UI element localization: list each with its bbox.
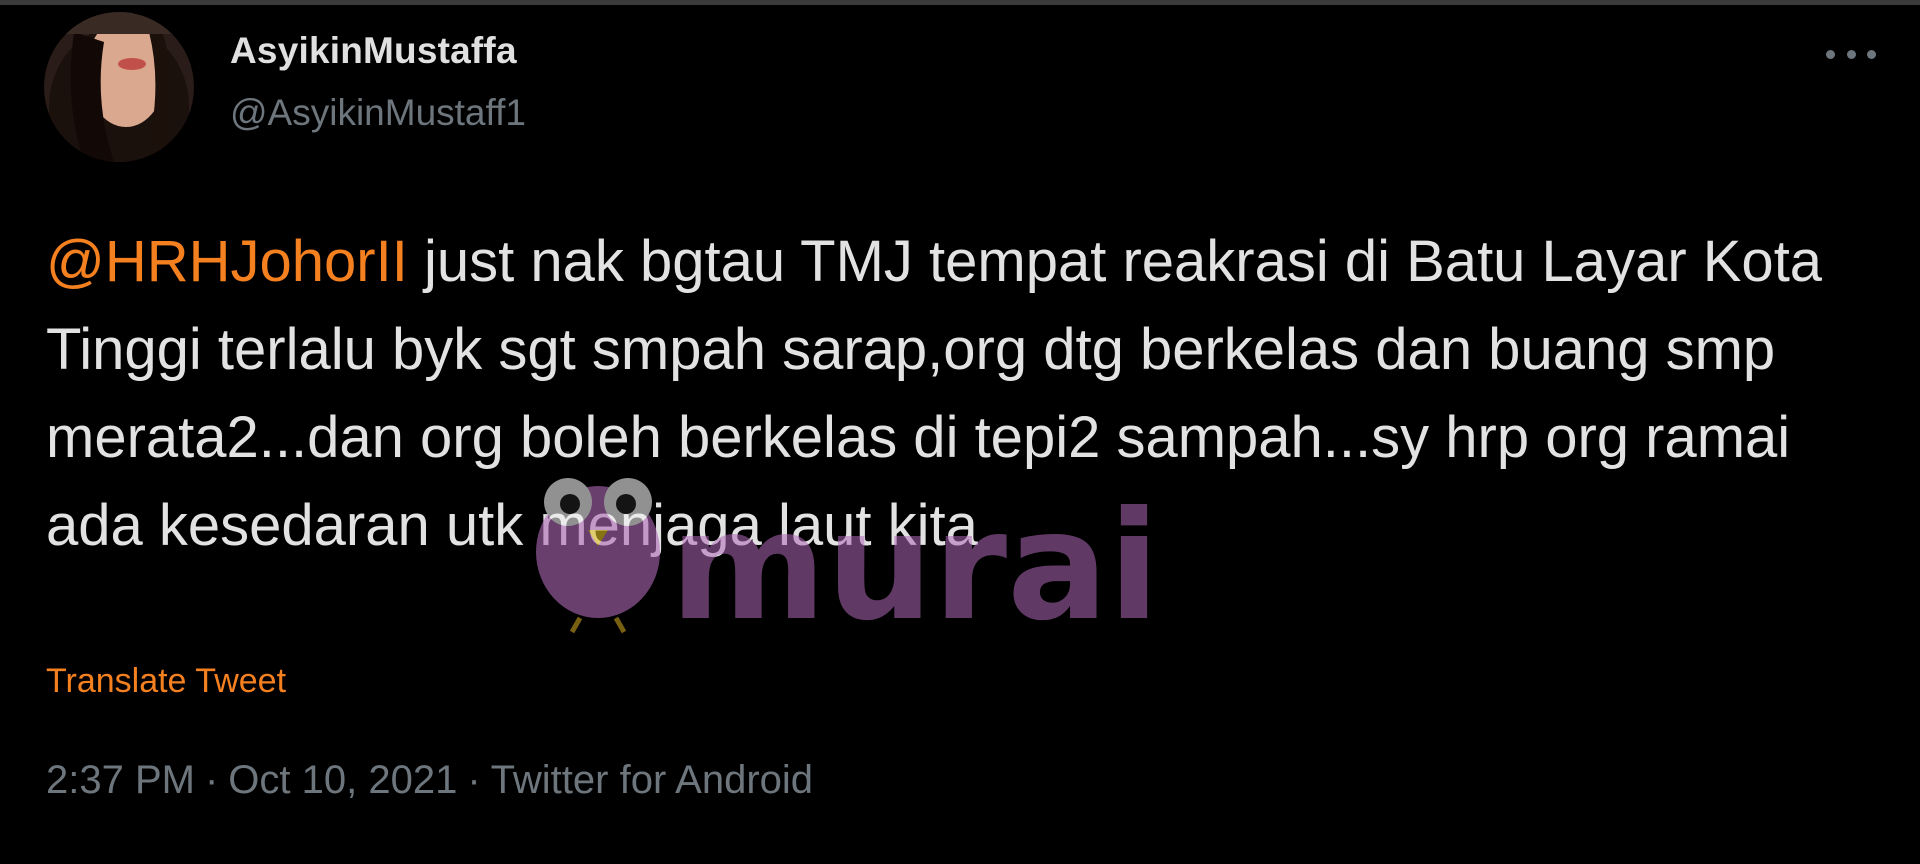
tweet-meta: 2:37 PM · Oct 10, 2021 · Twitter for Android	[46, 758, 813, 803]
tweet-card: AsyikinMustaffa @AsyikinMustaff1 @HRHJoh…	[0, 0, 1920, 864]
meta-separator: ·	[467, 758, 481, 802]
more-dots-icon	[1867, 49, 1876, 59]
author-handle[interactable]: @AsyikinMustaff1	[230, 92, 526, 134]
more-dots-icon	[1826, 49, 1835, 59]
more-options-button[interactable]	[1826, 42, 1876, 66]
mention-link[interactable]: @HRHJohorII	[46, 229, 408, 294]
meta-separator: ·	[204, 758, 219, 802]
avatar[interactable]	[44, 12, 194, 162]
more-dots-icon	[1846, 49, 1856, 59]
tweet-text: @HRHJohorII just nak bgtau TMJ tempat re…	[46, 218, 1896, 570]
profile-photo-icon	[44, 12, 194, 162]
tweet-source: Twitter for Android	[490, 758, 814, 802]
tweet-date[interactable]: Oct 10, 2021	[228, 758, 457, 802]
tweet-time[interactable]: 2:37 PM	[46, 758, 195, 802]
translate-tweet-link[interactable]: Translate Tweet	[46, 662, 286, 701]
author-display-name[interactable]: AsyikinMustaffa	[230, 30, 517, 72]
